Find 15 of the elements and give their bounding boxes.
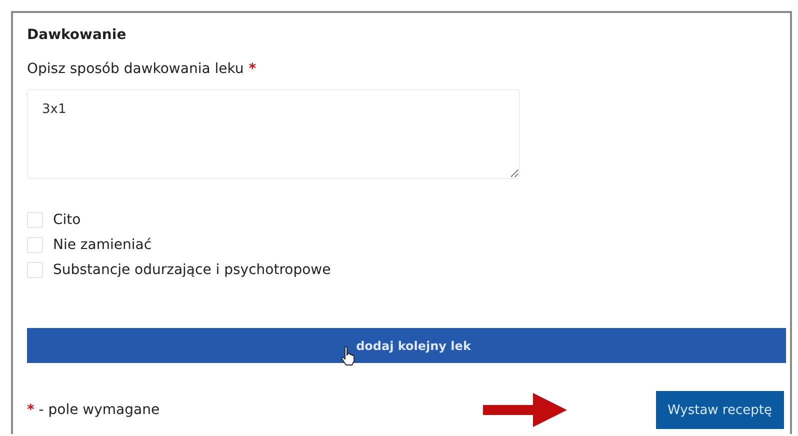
section-title: Dawkowanie <box>27 27 128 43</box>
checkbox-label: Nie zamieniać <box>53 237 152 253</box>
required-note: * - pole wymagane <box>27 402 160 418</box>
submit-button[interactable]: Wystaw receptę <box>656 391 784 429</box>
checkbox[interactable] <box>27 212 43 228</box>
required-asterisk: * <box>248 61 256 77</box>
checkbox-label: Cito <box>53 212 81 228</box>
dosage-textarea[interactable]: 3x1 <box>27 89 520 179</box>
add-medicine-button[interactable]: dodaj kolejny lek <box>27 328 786 363</box>
checkbox[interactable] <box>27 237 43 253</box>
field-label: Opisz sposób dawkowania leku * <box>27 61 258 77</box>
checkbox-label: Substancje odurzające i psychotropowe <box>53 262 331 278</box>
checkbox[interactable] <box>27 262 43 278</box>
arrow-icon <box>482 393 567 427</box>
hand-cursor-icon <box>341 346 355 366</box>
